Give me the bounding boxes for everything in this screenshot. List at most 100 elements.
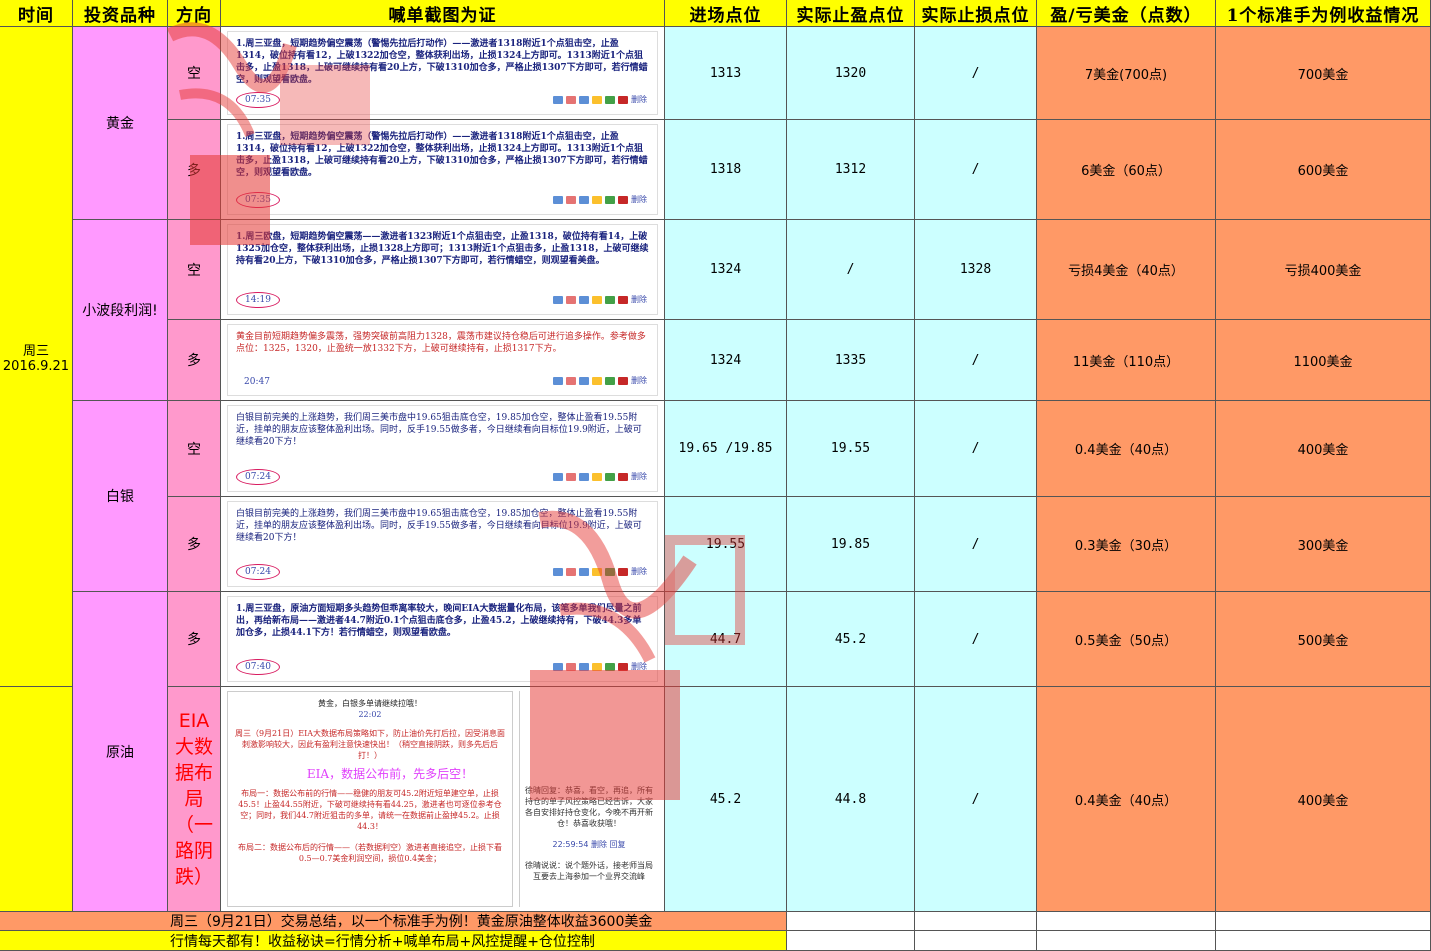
stop-loss-cell: 1328 — [915, 220, 1037, 320]
star-icon[interactable] — [592, 96, 602, 104]
like-icon[interactable] — [566, 568, 576, 576]
action-icons: 删除 — [553, 661, 647, 673]
chat-screenshot: 黄金，白银多单请继续拉哦！ 22:02 周三（9月21日）EIA大数据布局策略如… — [221, 687, 665, 912]
user-icon[interactable] — [605, 663, 615, 671]
delete-link[interactable]: 删除 — [631, 375, 647, 387]
proof-time: 07:35 — [236, 92, 280, 108]
blank-cell — [1216, 912, 1431, 931]
entry-cell: 1324 — [665, 220, 787, 320]
stop-loss-cell: / — [915, 120, 1037, 220]
direction-cell: 多 — [168, 120, 221, 220]
pnl-cell: 亏损4美金（40点） — [1037, 220, 1216, 320]
proof-text: 1.周三欧盘，短期趋势偏空震荡——激进者1323附近1个点狙击空，止盈1318，… — [236, 232, 649, 266]
proof-text: 白银目前完美的上涨趋势，我们周三美市盘中19.65狙击底仓空，19.85加仓空，… — [236, 413, 642, 447]
header-take-profit: 实际止盈点位 — [787, 0, 915, 27]
star-icon[interactable] — [592, 296, 602, 304]
direction-cell: 多 — [168, 320, 221, 401]
action-icons: 删除 — [553, 294, 647, 306]
take-profit-cell: 1335 — [787, 320, 915, 401]
product-gold: 黄金 — [73, 27, 168, 220]
user-icon[interactable] — [605, 296, 615, 304]
take-profit-cell: 19.55 — [787, 401, 915, 497]
share-icon[interactable] — [553, 663, 563, 671]
mail-icon[interactable] — [618, 568, 628, 576]
header-direction: 方向 — [168, 0, 221, 27]
share-icon[interactable] — [553, 377, 563, 385]
per-lot-cell: 亏损400美金 — [1216, 220, 1431, 320]
delete-link[interactable]: 删除 — [631, 94, 647, 106]
user-icon[interactable] — [605, 568, 615, 576]
product-oil: 原油 — [73, 592, 168, 912]
delete-link[interactable]: 删除 — [631, 194, 647, 206]
comment-icon[interactable] — [579, 296, 589, 304]
user-icon[interactable] — [605, 377, 615, 385]
share-icon[interactable] — [553, 568, 563, 576]
like-icon[interactable] — [566, 663, 576, 671]
user-icon[interactable] — [605, 473, 615, 481]
chat-main-panel: 黄金，白银多单请继续拉哦！ 22:02 周三（9月21日）EIA大数据布局策略如… — [227, 691, 513, 907]
proof-text: 白银目前完美的上涨趋势，我们周三美市盘中19.65狙击底仓空，19.85加仓空，… — [236, 509, 642, 543]
star-icon[interactable] — [592, 377, 602, 385]
eia-label: EIA大数据布局（一路阴跌） — [168, 687, 221, 912]
action-icons: 删除 — [553, 194, 647, 206]
mail-icon[interactable] — [618, 377, 628, 385]
share-icon[interactable] — [553, 96, 563, 104]
chat-plan-two: 布局二：数据公布后的行情——（若数据利空）激进者直接追空，止损下看0.5—0.7… — [238, 843, 502, 863]
proof-time: 07:35 — [236, 192, 280, 208]
direction-cell: 空 — [168, 401, 221, 497]
product-small-band: 小波段利润! — [73, 220, 168, 401]
comment-icon[interactable] — [579, 568, 589, 576]
like-icon[interactable] — [566, 96, 576, 104]
star-icon[interactable] — [592, 473, 602, 481]
entry-cell: 19.65 /19.85 — [665, 401, 787, 497]
stop-loss-cell: / — [915, 401, 1037, 497]
user-icon[interactable] — [605, 196, 615, 204]
proof-time: 20:47 — [244, 377, 270, 387]
like-icon[interactable] — [566, 296, 576, 304]
delete-link[interactable]: 删除 — [631, 294, 647, 306]
chat-reply: 徐晴回复：恭喜，看空，再追，所有持仓的单子风控策略已经告诉，大家各自安排好持仓变… — [525, 786, 653, 828]
proof-screenshot: 黄金目前短期趋势偏多震荡，强势突破前高阻力1328，震荡市建议持仓稳后可进行追多… — [221, 320, 665, 401]
chat-time: 22:02 — [358, 710, 382, 719]
chat-reply-time: 22:59:54 删除 回复 — [552, 840, 626, 849]
product-silver: 白银 — [73, 401, 168, 592]
mail-icon[interactable] — [618, 96, 628, 104]
share-icon[interactable] — [553, 296, 563, 304]
comment-icon[interactable] — [579, 377, 589, 385]
comment-icon[interactable] — [579, 96, 589, 104]
entry-cell: 1313 — [665, 27, 787, 120]
action-icons: 删除 — [553, 94, 647, 106]
star-icon[interactable] — [592, 568, 602, 576]
take-profit-cell: 19.85 — [787, 497, 915, 592]
delete-link[interactable]: 删除 — [631, 661, 647, 673]
direction-cell: 空 — [168, 27, 221, 120]
comment-icon[interactable] — [579, 663, 589, 671]
header-stop-loss: 实际止损点位 — [915, 0, 1037, 27]
user-icon[interactable] — [605, 96, 615, 104]
delete-link[interactable]: 删除 — [631, 471, 647, 483]
like-icon[interactable] — [566, 377, 576, 385]
mail-icon[interactable] — [618, 473, 628, 481]
mail-icon[interactable] — [618, 663, 628, 671]
comment-icon[interactable] — [579, 196, 589, 204]
mail-icon[interactable] — [618, 196, 628, 204]
trade-summary-table: 时间 投资品种 方向 喊单截图为证 进场点位 实际止盈点位 实际止损点位 盈/亏… — [0, 0, 1431, 951]
per-lot-cell: 700美金 — [1216, 27, 1431, 120]
proof-screenshot: 1.周三亚盘，原油方面短期多头趋势但乖离率较大，晚间EIA大数据量化布局，该笔多… — [221, 592, 665, 687]
like-icon[interactable] — [566, 196, 576, 204]
like-icon[interactable] — [566, 473, 576, 481]
comment-icon[interactable] — [579, 473, 589, 481]
stop-loss-cell: / — [915, 320, 1037, 401]
action-icons: 删除 — [553, 375, 647, 387]
star-icon[interactable] — [592, 196, 602, 204]
delete-link[interactable]: 删除 — [631, 566, 647, 578]
star-icon[interactable] — [592, 663, 602, 671]
take-profit-cell: 45.2 — [787, 592, 915, 687]
per-lot-cell: 400美金 — [1216, 687, 1431, 912]
mail-icon[interactable] — [618, 296, 628, 304]
blank-cell — [1216, 931, 1431, 951]
share-icon[interactable] — [553, 473, 563, 481]
stop-loss-cell: / — [915, 687, 1037, 912]
take-profit-cell: / — [787, 220, 915, 320]
share-icon[interactable] — [553, 196, 563, 204]
